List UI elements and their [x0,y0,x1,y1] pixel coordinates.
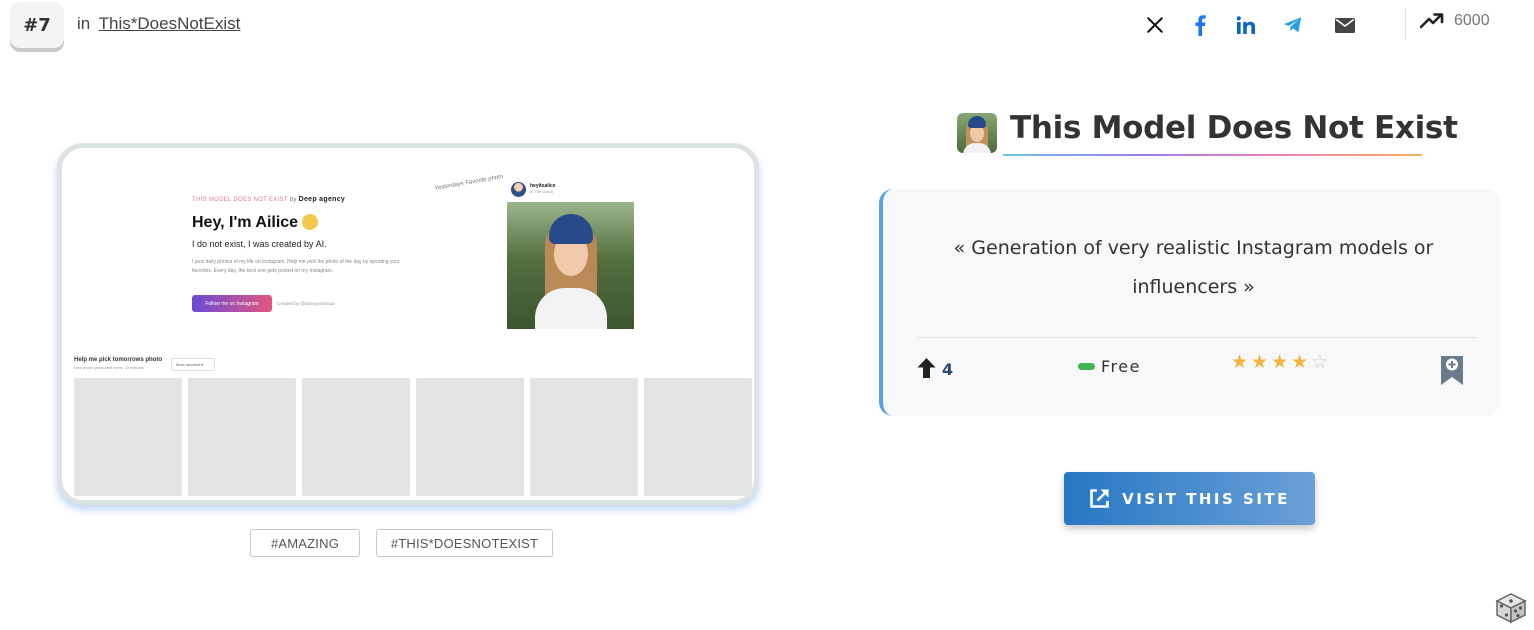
preview-follow-button: Follow me on Instagram [192,295,272,312]
tag-amazing[interactable]: #AMAZING [250,529,360,557]
trend-stat: 6000 [1420,12,1490,30]
preview-photo-grid [74,378,752,496]
trending-up-icon [1420,13,1444,29]
tag-this-does-not-exist[interactable]: #THIS*DOESNOTEXIST [376,529,553,557]
preview-greeting: Hey, I'm Ailice [192,214,319,232]
site-preview-screenshot[interactable]: THIS MODEL DOES NOT EXIST by Deep agency… [57,143,759,505]
share-telegram-button[interactable] [1280,12,1306,38]
preview-vote-title: Help me pick tomorrows photo [74,357,163,363]
share-x-button[interactable] [1142,12,1168,38]
rank-badge: #7 [10,2,64,48]
preview-photo-tile [416,378,524,496]
preview-photo-tile [74,378,182,496]
preview-site-header: THIS MODEL DOES NOT EXIST by Deep agency [192,196,345,203]
random-dice-icon[interactable] [1494,590,1528,624]
preview-photo-tile [530,378,638,496]
preview-handle: heyitsalice In The Cloud [530,183,556,194]
preview-handwritten-note: Yesterdays Favorite photo [434,173,504,193]
preview-sort-select: Most upvoted ▾ [171,358,215,371]
preview-subtitle: I do not exist, I was created by AI. [192,239,327,249]
share-linkedin-button[interactable] [1233,12,1259,38]
upvote-count: 4 [942,359,954,379]
star-filled-icon[interactable]: ★ [1251,352,1268,372]
star-filled-icon[interactable]: ★ [1271,352,1288,372]
facebook-icon [1195,15,1206,36]
category-prefix: in [77,14,91,33]
preview-photo-tile [644,378,752,496]
preview-greeting-text: Hey, I'm Ailice [192,214,299,231]
arrow-up-icon [917,358,936,378]
tool-title: This Model Does Not Exist [1010,110,1458,146]
trend-count: 6000 [1454,12,1490,29]
share-mail-button[interactable] [1332,12,1358,38]
tool-info-card: « Generation of very realistic Instagram… [879,189,1500,416]
preview-photo-tile [302,378,410,496]
preview-description: I post daily photos of my life on Instag… [192,259,400,274]
preview-by: by [289,197,297,203]
preview-vote-subtitle: New photo generated every 15 minutes [74,365,144,370]
star-filled-icon[interactable]: ★ [1231,352,1248,372]
share-facebook-button[interactable] [1187,12,1213,38]
visit-site-button[interactable]: VISIT THIS SITE [1064,472,1315,525]
bookmark-add-icon[interactable] [1440,355,1464,386]
pricing-label: Free [1101,357,1141,376]
linkedin-icon [1236,16,1255,34]
tool-description: « Generation of very realistic Instagram… [953,237,1434,298]
star-empty-icon[interactable]: ☆ [1311,352,1328,372]
preview-instagram-post: heyitsalice In The Cloud [507,178,635,333]
preview-site-name: THIS MODEL DOES NOT EXIST [192,197,288,203]
category-link[interactable]: This*DoesNotExist [99,14,241,33]
preview-avatar [511,182,526,197]
x-icon [1147,17,1163,33]
upvote-button[interactable]: 4 [917,357,953,379]
star-filled-icon[interactable]: ★ [1291,352,1308,372]
rating-stars: ★ ★ ★ ★ ☆ [1231,352,1328,372]
mail-icon [1335,17,1355,33]
preview-photo-tile [188,378,296,496]
preview-sort-label: Most upvoted [176,362,201,367]
pricing-dot-icon [1078,363,1095,370]
preview-agency: Deep agency [298,196,346,203]
visit-site-label: VISIT THIS SITE [1122,489,1290,508]
pricing-badge: Free [1078,357,1141,376]
preview-handle-sub: In The Cloud [530,189,553,194]
header-divider [1405,8,1406,40]
telegram-icon [1284,17,1302,33]
category-breadcrumb: in This*DoesNotExist [77,14,240,34]
title-underline [1003,154,1422,156]
wave-emoji-icon [302,214,319,230]
card-divider [917,337,1477,338]
external-link-icon [1090,489,1110,508]
tool-logo [957,113,997,153]
preview-created-by: Created by @dannypostmaa [277,301,335,306]
preview-model-photo [507,202,634,329]
